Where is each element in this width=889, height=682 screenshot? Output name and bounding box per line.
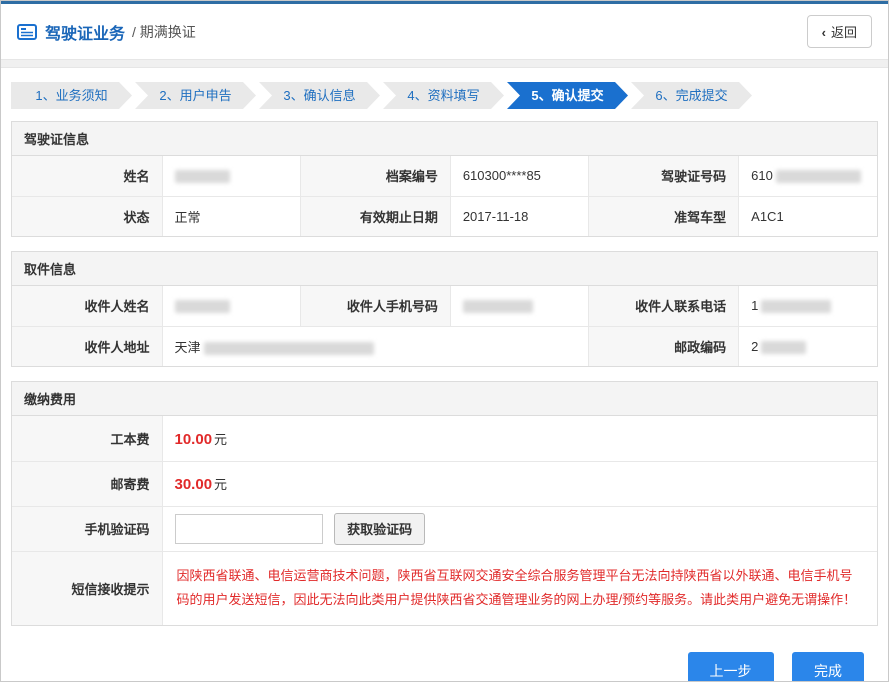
- production-fee-amount: 10.00: [175, 431, 213, 448]
- redacted-name: [175, 170, 230, 183]
- mailing-fee-value: 30.00元: [162, 461, 877, 506]
- finish-button[interactable]: 完成: [792, 652, 864, 682]
- step-2-user-declaration[interactable]: 2、用户申告: [135, 82, 256, 109]
- get-captcha-button[interactable]: 获取验证码: [334, 513, 425, 545]
- captcha-cell: 获取验证码: [162, 506, 877, 551]
- status-label: 状态: [12, 196, 162, 236]
- back-button[interactable]: ‹ 返回: [807, 15, 872, 48]
- step-6-complete-submit[interactable]: 6、完成提交: [631, 82, 752, 109]
- captcha-label: 手机验证码: [12, 506, 162, 551]
- sms-notice-text: 因陕西省联通、电信运营商技术问题，陕西省互联网交通安全综合服务管理平台无法向持陕…: [177, 564, 864, 613]
- recipient-name-label: 收件人姓名: [12, 286, 162, 326]
- license-info-table: 姓名 档案编号 610300****85 驾驶证号码 610 状态 正常 有效期…: [12, 156, 877, 236]
- main-content: 驾驶证信息 姓名 档案编号 610300****85 驾驶证号码 610 状态 …: [1, 121, 888, 682]
- production-fee-value: 10.00元: [162, 416, 877, 461]
- pickup-info-table: 收件人姓名 收件人手机号码 收件人联系电话 1 收件人地址 天津 邮政编码 2: [12, 286, 877, 366]
- table-row: 收件人姓名 收件人手机号码 收件人联系电话 1: [12, 286, 877, 326]
- redacted-recipient-phone: [761, 300, 831, 313]
- redacted-address: [204, 342, 374, 355]
- pickup-info-title: 取件信息: [12, 252, 877, 286]
- step-5-confirm-submit[interactable]: 5、确认提交: [507, 82, 628, 109]
- back-button-label: 返回: [831, 25, 857, 40]
- recipient-name-value: [162, 286, 300, 326]
- table-row: 工本费 10.00元: [12, 416, 877, 461]
- captcha-input[interactable]: [175, 514, 323, 544]
- license-business-icon: [17, 24, 37, 40]
- step-4-fill-info[interactable]: 4、资料填写: [383, 82, 504, 109]
- table-row: 收件人地址 天津 邮政编码 2: [12, 326, 877, 366]
- table-row: 邮寄费 30.00元: [12, 461, 877, 506]
- status-value: 正常: [162, 196, 300, 236]
- postcode-prefix: 2: [751, 339, 758, 354]
- production-fee-label: 工本费: [12, 416, 162, 461]
- header: 驾驶证业务 / 期满换证 ‹ 返回: [1, 4, 888, 59]
- previous-step-button[interactable]: 上一步: [688, 652, 774, 682]
- page-subtitle: / 期满换证: [132, 22, 196, 42]
- fees-title: 缴纳费用: [12, 382, 877, 416]
- recipient-phone-value: 1: [739, 286, 877, 326]
- table-row: 姓名 档案编号 610300****85 驾驶证号码 610: [12, 156, 877, 196]
- fees-table: 工本费 10.00元 邮寄费 30.00元 手机验证码 获取验证码 短信接收提示: [12, 416, 877, 625]
- page: 驾驶证业务 / 期满换证 ‹ 返回 1、业务须知 2、用户申告 3、确认信息 4、…: [0, 0, 889, 682]
- expiry-label: 有效期止日期: [300, 196, 450, 236]
- license-no-value: 610: [739, 156, 877, 196]
- address-prefix: 天津: [175, 340, 201, 355]
- redacted-postcode: [761, 341, 806, 354]
- redacted-license-no: [776, 170, 861, 183]
- name-label: 姓名: [12, 156, 162, 196]
- footer-actions: 上一步 完成: [11, 640, 878, 682]
- sms-notice-label: 短信接收提示: [12, 551, 162, 625]
- recipient-mobile-label: 收件人手机号码: [300, 286, 450, 326]
- redacted-recipient-mobile: [463, 300, 533, 313]
- step-1-business-notice[interactable]: 1、业务须知: [11, 82, 132, 109]
- header-divider-band: [1, 59, 888, 68]
- address-value: 天津: [162, 326, 589, 366]
- page-title: 驾驶证业务: [45, 20, 125, 44]
- currency-unit: 元: [214, 477, 227, 492]
- vehicle-type-label: 准驾车型: [589, 196, 739, 236]
- file-no-value: 610300****85: [450, 156, 588, 196]
- step-nav: 1、业务须知 2、用户申告 3、确认信息 4、资料填写 5、确认提交 6、完成提…: [1, 68, 888, 121]
- mailing-fee-amount: 30.00: [175, 476, 213, 493]
- expiry-value: 2017-11-18: [450, 196, 588, 236]
- license-info-section: 驾驶证信息 姓名 档案编号 610300****85 驾驶证号码 610 状态 …: [11, 121, 878, 237]
- table-row: 手机验证码 获取验证码: [12, 506, 877, 551]
- vehicle-type-value: A1C1: [739, 196, 877, 236]
- sms-notice-cell: 因陕西省联通、电信运营商技术问题，陕西省互联网交通安全综合服务管理平台无法向持陕…: [162, 551, 877, 625]
- postcode-label: 邮政编码: [589, 326, 739, 366]
- redacted-recipient-name: [175, 300, 230, 313]
- postcode-value: 2: [739, 326, 877, 366]
- step-3-confirm-info[interactable]: 3、确认信息: [259, 82, 380, 109]
- back-chevron-icon: ‹: [822, 25, 826, 40]
- table-row: 短信接收提示 因陕西省联通、电信运营商技术问题，陕西省互联网交通安全综合服务管理…: [12, 551, 877, 625]
- mailing-fee-label: 邮寄费: [12, 461, 162, 506]
- recipient-mobile-value: [450, 286, 588, 326]
- fees-section: 缴纳费用 工本费 10.00元 邮寄费 30.00元 手机验证码: [11, 381, 878, 626]
- pickup-info-section: 取件信息 收件人姓名 收件人手机号码 收件人联系电话 1 收件人地址 天津 邮政…: [11, 251, 878, 367]
- license-info-title: 驾驶证信息: [12, 122, 877, 156]
- license-no-prefix: 610: [751, 168, 773, 183]
- currency-unit: 元: [214, 432, 227, 447]
- file-no-label: 档案编号: [300, 156, 450, 196]
- recipient-phone-label: 收件人联系电话: [589, 286, 739, 326]
- name-value: [162, 156, 300, 196]
- recipient-phone-prefix: 1: [751, 298, 758, 313]
- address-label: 收件人地址: [12, 326, 162, 366]
- license-no-label: 驾驶证号码: [589, 156, 739, 196]
- table-row: 状态 正常 有效期止日期 2017-11-18 准驾车型 A1C1: [12, 196, 877, 236]
